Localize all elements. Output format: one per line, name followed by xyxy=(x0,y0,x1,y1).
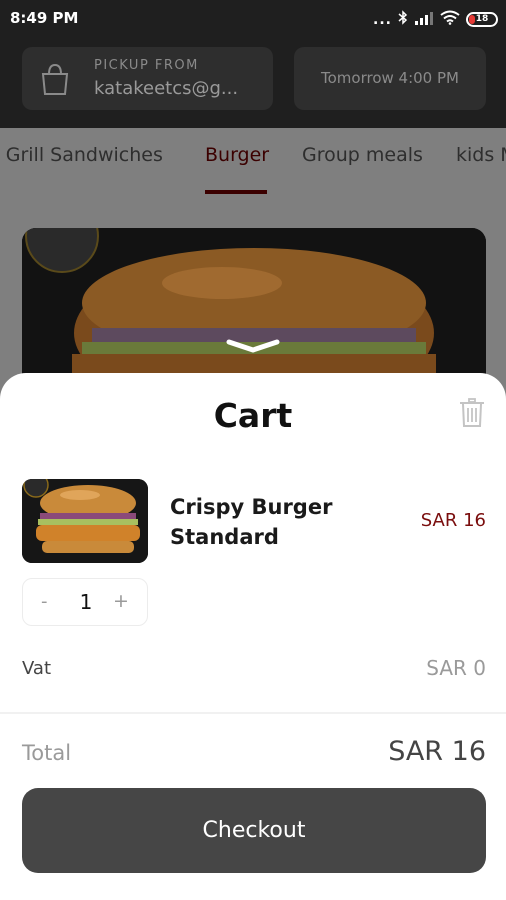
pickup-time-selector[interactable]: Tomorrow 4:00 PM xyxy=(294,47,486,110)
total-label: Total xyxy=(22,741,72,765)
increase-quantity-button[interactable]: + xyxy=(113,590,129,612)
pickup-label: PICKUP FROM xyxy=(94,58,199,73)
header: PICKUP FROM katakeetcs@g... Tomorrow 4:0… xyxy=(0,36,506,128)
vat-value: SAR 0 xyxy=(426,656,486,680)
tab-burger[interactable]: Burger xyxy=(205,144,269,166)
tab-kids-meals[interactable]: kids M xyxy=(456,144,506,166)
cart-title: Cart xyxy=(213,396,293,435)
quantity-value: 1 xyxy=(79,590,93,614)
category-tabs: e Grill Sandwiches Burger Group meals ki… xyxy=(0,128,506,198)
bluetooth-icon xyxy=(398,10,408,29)
item-price: SAR 16 xyxy=(420,510,486,531)
wifi-icon xyxy=(440,10,460,29)
status-bar: 8:49 PM ... 18 xyxy=(0,0,506,36)
collapse-chevron-icon[interactable] xyxy=(226,338,280,358)
active-tab-indicator xyxy=(205,190,267,194)
pickup-location-selector[interactable]: PICKUP FROM katakeetcs@g... xyxy=(22,47,273,110)
clear-cart-button[interactable] xyxy=(457,398,487,432)
tab-grill-sandwiches[interactable]: e Grill Sandwiches xyxy=(0,144,163,166)
cart-sheet: Cart Crispy Burger Standard SAR 16 - 1 +… xyxy=(0,373,506,900)
tab-group-meals[interactable]: Group meals xyxy=(302,144,423,166)
item-thumbnail xyxy=(22,479,148,563)
status-icons: ... 18 xyxy=(373,10,498,29)
signal-icon xyxy=(414,10,434,29)
more-dots-icon: ... xyxy=(373,11,392,28)
checkout-button[interactable]: Checkout xyxy=(22,788,486,873)
status-time: 8:49 PM xyxy=(10,9,79,27)
vat-label: Vat xyxy=(22,658,52,679)
battery-icon: 18 xyxy=(466,12,498,27)
shopping-bag-icon xyxy=(40,62,70,100)
quantity-stepper: - 1 + xyxy=(22,578,148,626)
total-value: SAR 16 xyxy=(388,736,486,767)
trash-icon xyxy=(459,398,485,432)
divider xyxy=(0,712,506,714)
pickup-location: katakeetcs@g... xyxy=(94,78,239,99)
pickup-time: Tomorrow 4:00 PM xyxy=(321,69,459,87)
item-name: Crispy Burger Standard xyxy=(170,495,333,549)
decrease-quantity-button[interactable]: - xyxy=(41,591,48,612)
